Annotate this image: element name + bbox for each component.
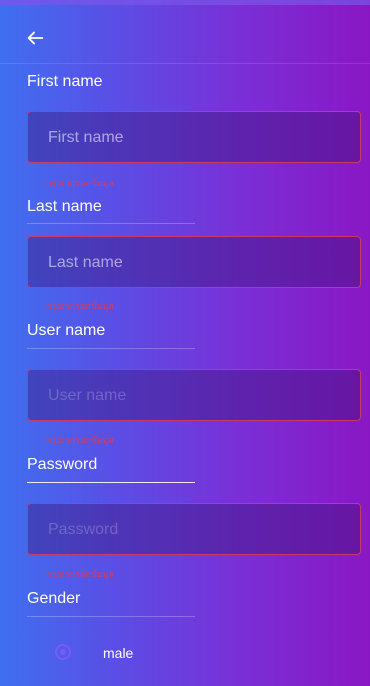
last-name-label: Last name xyxy=(27,198,102,215)
last-name-error: กรุณากรอกข้อมูล xyxy=(46,301,114,311)
first-name-input[interactable] xyxy=(46,112,350,163)
first-name-field[interactable] xyxy=(27,111,361,163)
radio-selected-dot xyxy=(60,649,66,655)
first-name-label: First name xyxy=(27,73,103,90)
app-bar xyxy=(0,5,370,64)
user-name-label: User name xyxy=(27,322,106,339)
first-name-error: กรุณากรอกข้อมูล xyxy=(46,178,114,188)
password-field[interactable] xyxy=(27,503,361,555)
user-name-input[interactable] xyxy=(46,370,350,421)
last-name-underline xyxy=(27,223,195,224)
arrow-left-icon[interactable] xyxy=(24,27,46,49)
password-input[interactable] xyxy=(46,504,350,555)
gender-underline xyxy=(27,616,195,617)
password-error: กรุณากรอกข้อมูล xyxy=(46,569,114,579)
password-underline xyxy=(27,482,195,483)
radio-button-male[interactable] xyxy=(55,644,71,660)
gender-option-label: male xyxy=(103,645,134,661)
user-name-error: กรุณากรอกข้อมูล xyxy=(46,435,114,445)
gender-option-male[interactable]: male xyxy=(55,642,205,666)
password-label: Password xyxy=(27,456,98,473)
user-name-field[interactable] xyxy=(27,369,361,421)
last-name-field[interactable] xyxy=(27,236,361,288)
last-name-input[interactable] xyxy=(46,237,350,288)
gender-label: Gender xyxy=(27,590,81,607)
user-name-underline xyxy=(27,348,195,349)
